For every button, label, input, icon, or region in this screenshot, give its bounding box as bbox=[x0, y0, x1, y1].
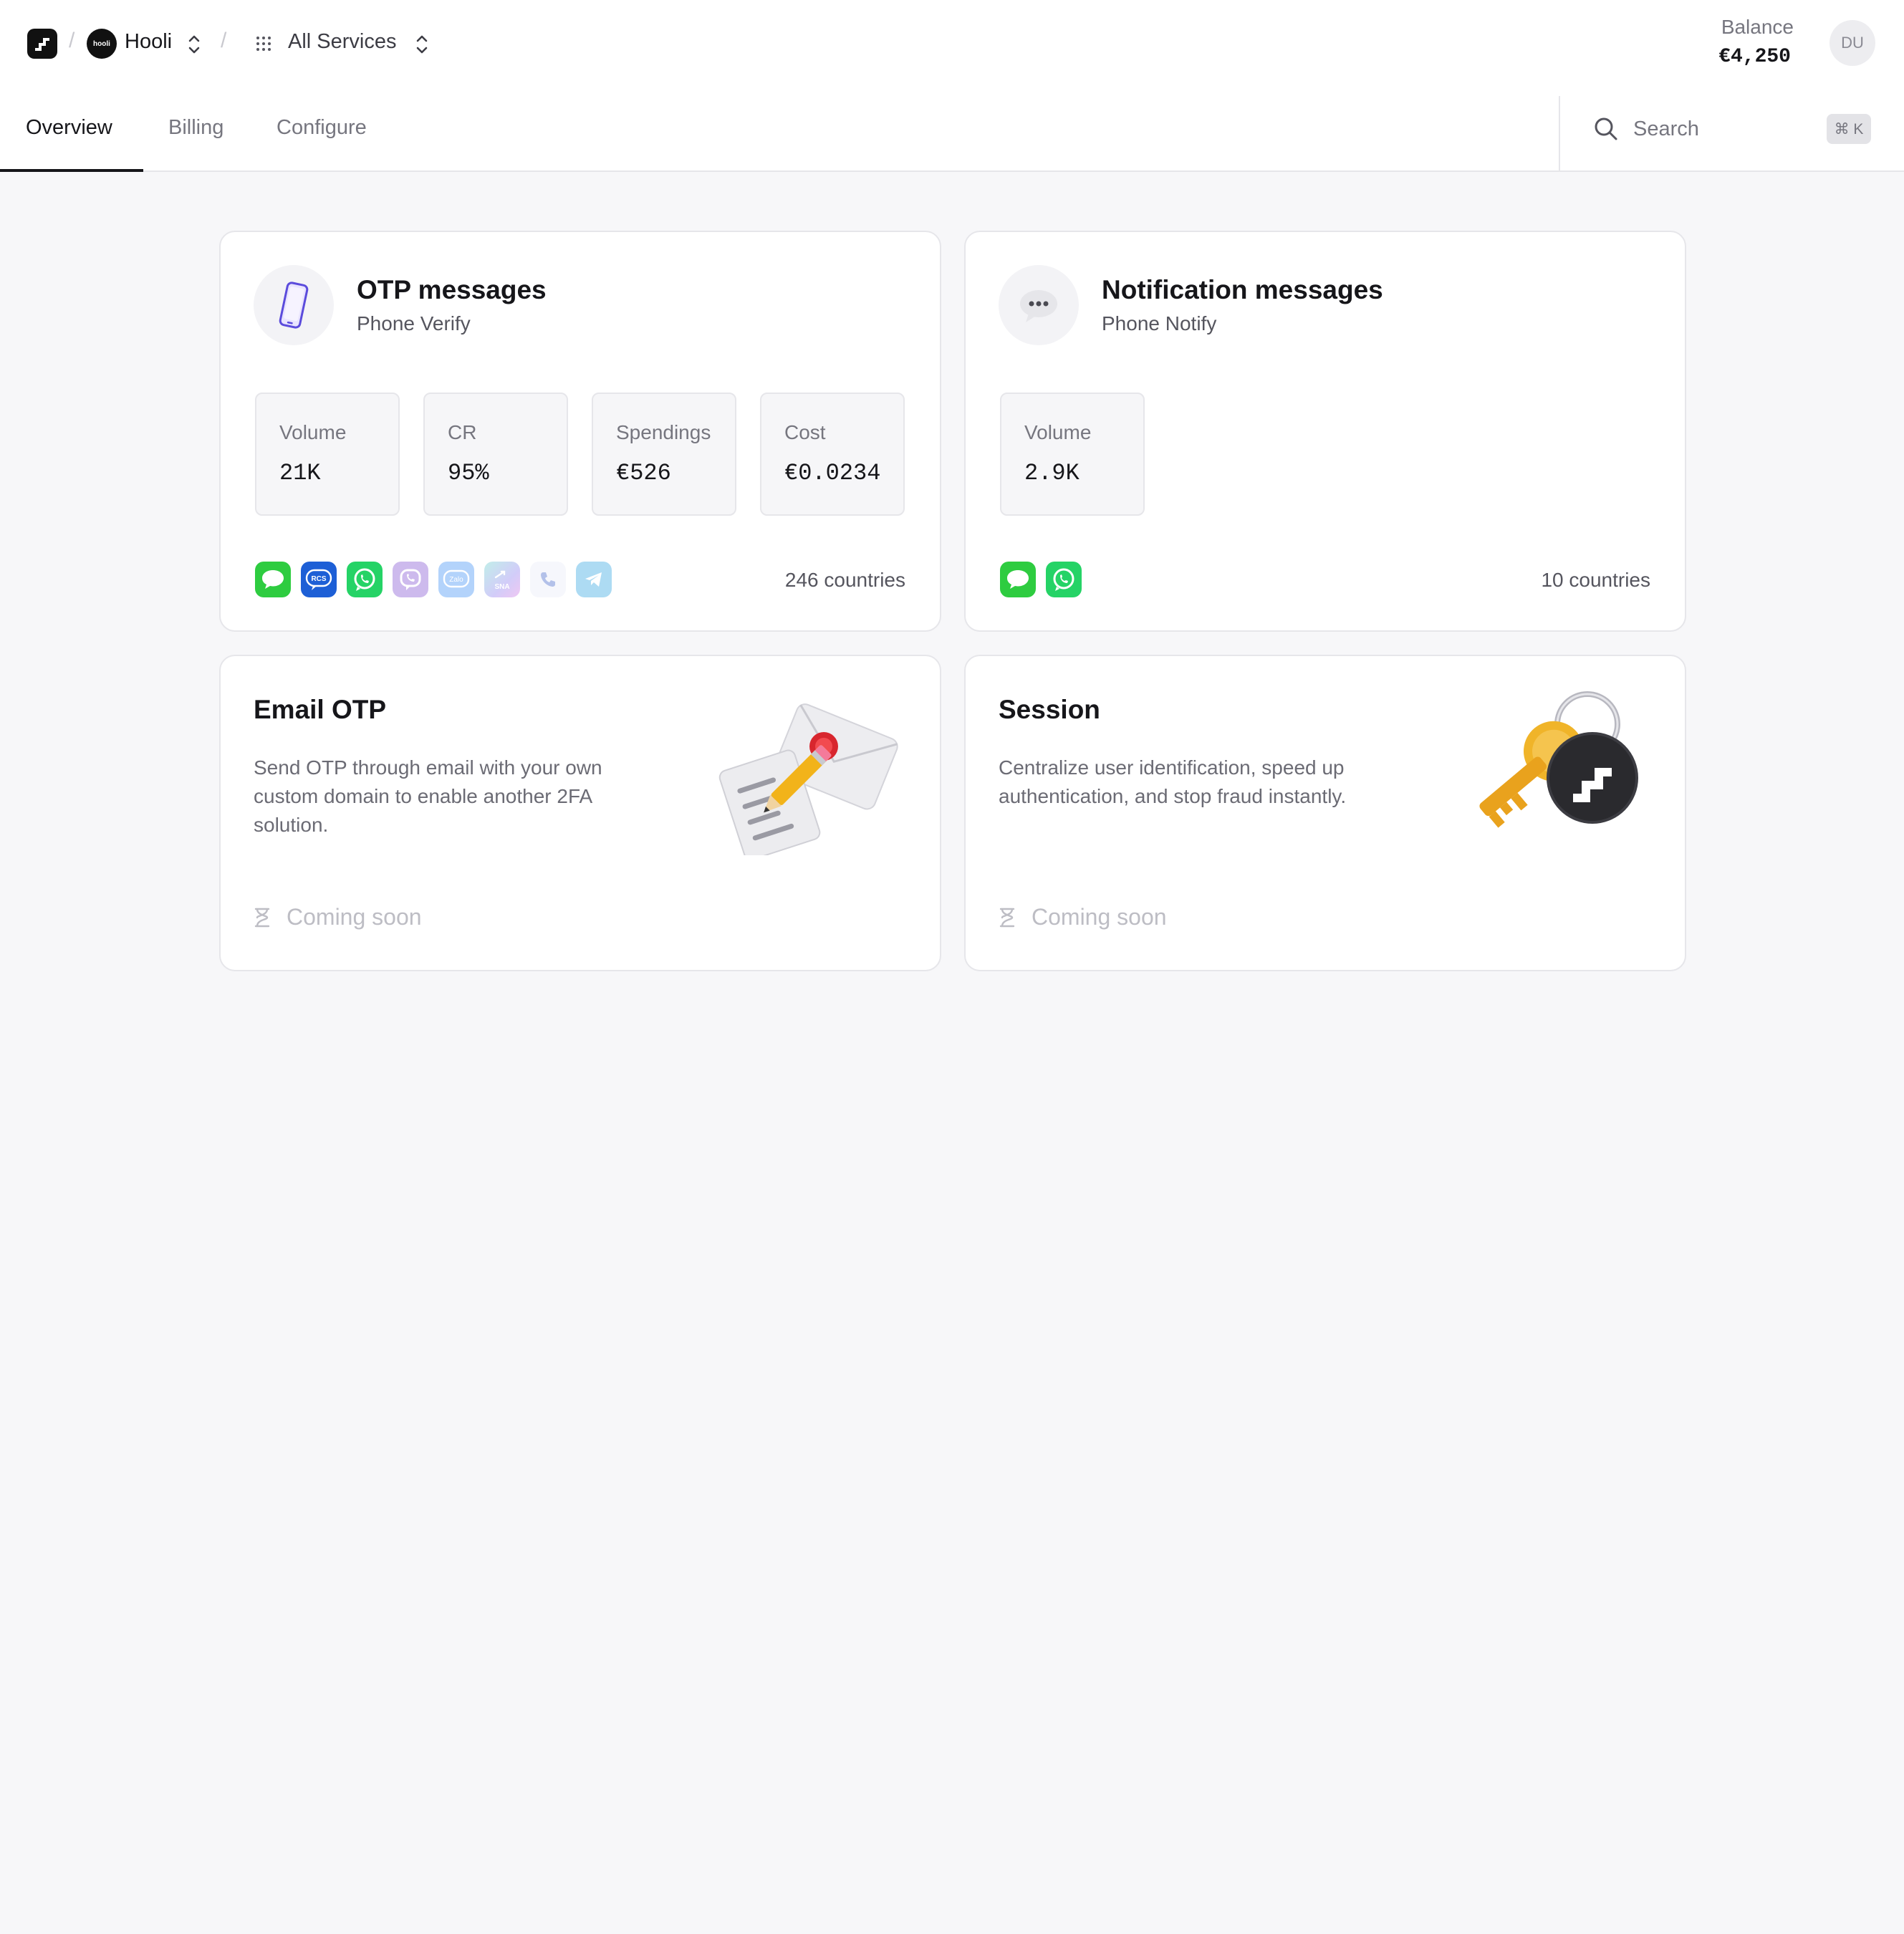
metric-cost: Cost €0.0234 bbox=[760, 393, 905, 516]
status-text: Coming soon bbox=[287, 904, 422, 930]
metric-label: Spendings bbox=[616, 421, 711, 443]
metric-cr: CR 95% bbox=[423, 393, 568, 516]
metric-value: 2.9K bbox=[1024, 460, 1080, 486]
breadcrumb-separator: / bbox=[221, 29, 227, 52]
search-divider bbox=[1559, 96, 1560, 172]
session-card[interactable]: Session Centralize user identification, … bbox=[964, 655, 1686, 971]
card-description: Send OTP through email with your own cus… bbox=[254, 756, 602, 836]
sms-channel-icon bbox=[1000, 562, 1036, 597]
card-title: OTP messages bbox=[357, 275, 547, 304]
zalo-badge-text: Zalo bbox=[449, 576, 463, 584]
sms-channel-icon bbox=[255, 562, 291, 597]
balance-value: €4,250 bbox=[1718, 46, 1791, 68]
services-switcher-label[interactable]: All Services bbox=[288, 30, 397, 54]
search-shortcut-badge: ⌘ K bbox=[1827, 114, 1871, 144]
hourglass-icon bbox=[999, 908, 1015, 927]
countries-count: 10 countries bbox=[1541, 569, 1650, 591]
tab-configure[interactable]: Configure bbox=[277, 116, 367, 140]
brand-logo-icon[interactable] bbox=[27, 29, 57, 59]
metric-spendings: Spendings €526 bbox=[592, 393, 736, 516]
user-avatar[interactable]: DU bbox=[1830, 20, 1875, 66]
metric-value: €526 bbox=[616, 460, 671, 486]
card-description: Centralize user identification, speed up… bbox=[999, 756, 1347, 807]
status-text: Coming soon bbox=[1032, 904, 1167, 930]
tab-billing[interactable]: Billing bbox=[168, 116, 223, 140]
sna-badge-text: SNA bbox=[494, 583, 509, 591]
metric-value: 95% bbox=[448, 460, 489, 486]
metric-label: Volume bbox=[1024, 421, 1092, 443]
metric-value: €0.0234 bbox=[784, 460, 881, 486]
chevron-up-down-icon[interactable] bbox=[414, 32, 430, 57]
smartphone-icon bbox=[279, 282, 309, 329]
metric-label: CR bbox=[448, 421, 477, 443]
metric-label: Volume bbox=[279, 421, 347, 443]
viber-channel-icon bbox=[393, 562, 428, 597]
card-subtitle: Phone Verify bbox=[357, 312, 471, 335]
metric-volume: Volume 21K bbox=[255, 393, 400, 516]
breadcrumb-separator: / bbox=[69, 29, 75, 52]
sna-channel-icon: SNA bbox=[484, 562, 520, 597]
telegram-channel-icon bbox=[576, 562, 612, 597]
hourglass-icon bbox=[254, 908, 270, 927]
voice-call-channel-icon bbox=[530, 562, 566, 597]
active-tab-indicator bbox=[0, 169, 143, 172]
metric-volume: Volume 2.9K bbox=[1000, 393, 1145, 516]
rcs-badge-text: RCS bbox=[311, 575, 326, 583]
org-avatar[interactable]: hooli bbox=[87, 29, 117, 59]
chevron-up-down-icon[interactable] bbox=[186, 32, 202, 57]
top-bar: / hooli Hooli / All Services Balance €4,… bbox=[0, 0, 1904, 172]
org-switcher-label[interactable]: Hooli bbox=[125, 30, 172, 54]
rcs-channel-icon: RCS bbox=[301, 562, 337, 597]
card-icon-container bbox=[999, 265, 1079, 345]
card-title: Session bbox=[999, 695, 1100, 724]
tab-overview[interactable]: Overview bbox=[26, 116, 112, 140]
zalo-channel-icon: Zalo bbox=[438, 562, 474, 597]
search-icon bbox=[1595, 117, 1617, 140]
otp-messages-card[interactable]: OTP messages Phone Verify Volume 21K CR … bbox=[219, 231, 941, 632]
metric-value: 21K bbox=[279, 460, 321, 486]
keys-icon bbox=[1479, 691, 1638, 828]
email-otp-card[interactable]: Email OTP Send OTP through email with yo… bbox=[219, 655, 941, 971]
org-avatar-text: hooli bbox=[93, 39, 110, 48]
card-icon-container bbox=[254, 265, 334, 345]
countries-count: 246 countries bbox=[784, 569, 905, 591]
notification-messages-card[interactable]: Notification messages Phone Notify Volum… bbox=[964, 231, 1686, 632]
envelope-pencil-icon bbox=[718, 703, 898, 855]
card-title: Notification messages bbox=[1102, 275, 1383, 304]
speech-bubble-icon bbox=[1020, 290, 1057, 322]
balance-label: Balance bbox=[1721, 16, 1794, 38]
grid-dots-icon bbox=[256, 37, 271, 51]
search-input[interactable] bbox=[1633, 113, 1819, 145]
user-initials: DU bbox=[1841, 34, 1864, 52]
whatsapp-channel-icon bbox=[1046, 562, 1082, 597]
card-title: Email OTP bbox=[254, 695, 387, 724]
card-subtitle: Phone Notify bbox=[1102, 312, 1217, 335]
coming-soon-status: Coming soon bbox=[254, 904, 422, 930]
whatsapp-channel-icon bbox=[347, 562, 383, 597]
coming-soon-status: Coming soon bbox=[999, 904, 1167, 930]
metric-label: Cost bbox=[784, 421, 826, 443]
